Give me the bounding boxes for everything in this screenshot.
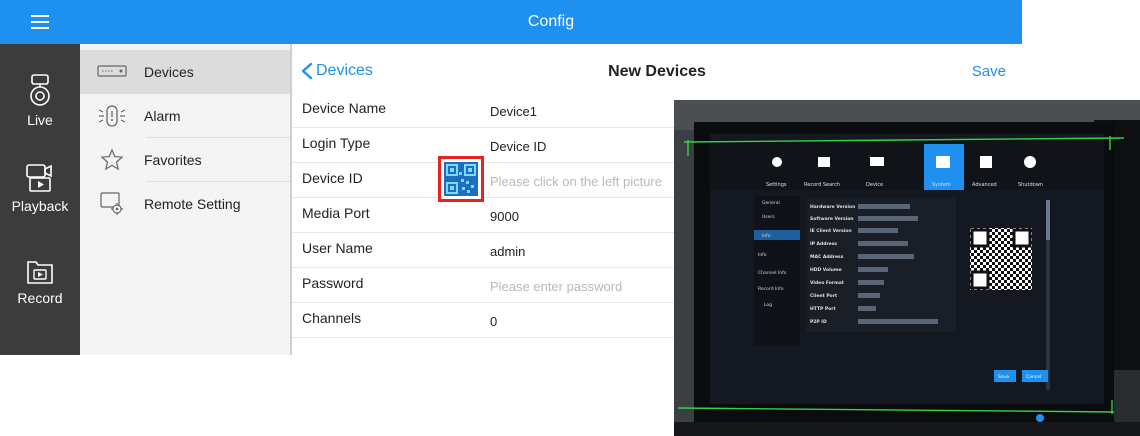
menu-item-devices-label: Devices xyxy=(144,64,194,80)
photo-toolbar-settings: Settings xyxy=(766,182,787,188)
remote-setting-icon xyxy=(90,191,134,217)
side-rail: Live Playback Record xyxy=(0,0,80,355)
field-label: Media Port xyxy=(302,205,370,221)
photo-toolbar-shutdown: Shutdown xyxy=(1018,182,1043,188)
login-type-value[interactable]: Device ID xyxy=(490,139,546,154)
photo-info-client-port: Client Port xyxy=(810,293,838,299)
monitor-photo-svg: Settings Record Search Device System Adv… xyxy=(674,100,1140,436)
photo-toolbar-advanced: Advanced xyxy=(972,182,997,188)
field-label: Login Type xyxy=(302,135,371,151)
photo-sidebar-general: General xyxy=(762,200,780,206)
rail-item-playback[interactable]: Playback xyxy=(0,162,80,214)
rail-item-record-label: Record xyxy=(17,290,63,306)
menu-item-alarm[interactable]: Alarm xyxy=(80,94,290,138)
field-label: User Name xyxy=(302,240,373,256)
playback-video-icon xyxy=(26,164,52,192)
photo-toolbar-system: System xyxy=(932,182,951,188)
header-title: Config xyxy=(527,13,575,30)
photo-info-hardware-version: Hardware Version xyxy=(810,204,855,210)
photo-info-http-port: HTTP Port xyxy=(810,306,836,312)
rail-item-playback-label: Playback xyxy=(11,198,69,214)
photo-toolbar-device: Device xyxy=(866,182,883,188)
page-title: New Devices xyxy=(608,63,706,80)
photo-info-mac-address: MAC Address xyxy=(810,254,844,260)
photo-info-p2p-id: P2P ID xyxy=(810,319,827,325)
save-button[interactable]: Save xyxy=(972,63,1006,80)
menu-button[interactable] xyxy=(0,0,80,44)
camera-icon xyxy=(30,74,50,106)
photo-sidebar-record-info: Record Info xyxy=(758,286,784,292)
menu-item-favorites[interactable]: Favorites xyxy=(80,138,290,182)
photo-info-video-format: Video Format xyxy=(810,280,845,286)
menu-item-alarm-label: Alarm xyxy=(144,108,181,124)
menu-item-remote-setting[interactable]: Remote Setting xyxy=(80,182,290,226)
hamburger-icon xyxy=(31,15,49,29)
detail-nav-bar: Devices New Devices Save xyxy=(292,44,1022,100)
device-name-value[interactable]: Device1 xyxy=(490,104,537,119)
field-label: Channels xyxy=(302,310,362,326)
menu-item-devices[interactable]: Devices xyxy=(80,50,290,94)
photo-info-hdd-volume: HDD Volume xyxy=(810,267,842,273)
rail-item-record[interactable]: Record xyxy=(0,256,80,306)
device-id-placeholder[interactable]: Please click on the left picture xyxy=(490,174,662,189)
menu-item-favorites-label: Favorites xyxy=(144,152,202,168)
menu-item-remote-setting-label: Remote Setting xyxy=(144,196,241,212)
dvr-device-icon xyxy=(90,65,134,79)
rail-item-live[interactable]: Live xyxy=(0,74,80,128)
star-icon xyxy=(90,148,134,172)
photo-sidebar-log: Log xyxy=(764,302,772,308)
config-menu: Devices Alarm Favorites Remote Setting xyxy=(80,44,292,355)
field-label: Password xyxy=(302,275,364,291)
alarm-icon xyxy=(90,104,134,128)
rail-item-live-label: Live xyxy=(27,112,53,128)
photo-save-button: Save xyxy=(998,374,1009,380)
photo-sidebar-info: Info xyxy=(762,233,771,239)
photo-sidebar-users: Users xyxy=(762,214,775,220)
field-label: Device Name xyxy=(302,100,387,116)
qr-code-icon xyxy=(444,162,478,196)
qr-scan-button[interactable] xyxy=(438,156,484,202)
record-folder-icon xyxy=(27,261,53,284)
user-name-value[interactable]: admin xyxy=(490,244,525,259)
photo-sidebar-channel-info: Channel Info xyxy=(758,270,787,276)
password-placeholder[interactable]: Please enter password xyxy=(490,279,622,294)
dvr-monitor-photo: Settings Record Search Device System Adv… xyxy=(674,100,1140,436)
photo-info-ie-client-version: IE Client Version xyxy=(810,228,852,234)
photo-info-software-version: Software Version xyxy=(810,216,854,222)
field-label: Device ID xyxy=(302,170,363,186)
photo-cancel-button: Cancel xyxy=(1026,374,1041,380)
photo-info-ip-address: IP Address xyxy=(810,241,837,247)
photo-toolbar-record-search: Record Search xyxy=(804,182,840,188)
media-port-value[interactable]: 9000 xyxy=(490,209,519,224)
header-bar: Config xyxy=(80,0,1022,44)
photo-sidebar-info-2: Info xyxy=(758,252,767,258)
channels-value[interactable]: 0 xyxy=(490,314,497,329)
